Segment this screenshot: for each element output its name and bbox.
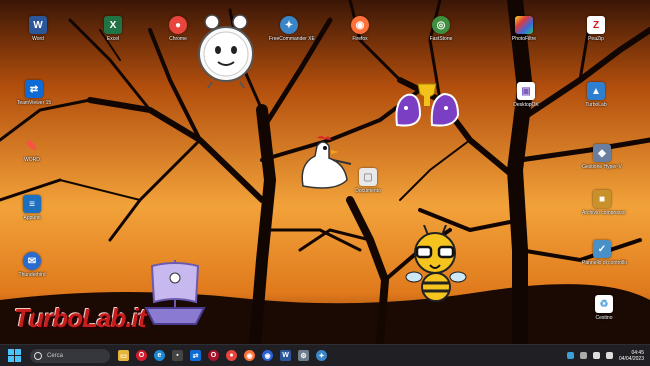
turbolab-tile-icon: ▲ <box>587 82 605 100</box>
hyperv-tile-icon: ◆ <box>593 144 611 162</box>
teamviewer-label: TeamViewer 15 <box>16 100 52 106</box>
recycle-bin-tile-icon: ♻ <box>595 295 613 313</box>
teamviewer-tile-icon: ⇄ <box>25 80 43 98</box>
tray-volume-icon[interactable] <box>605 352 613 359</box>
faststone-label: FastStone <box>429 36 453 42</box>
edge-icon[interactable]: e <box>154 350 165 361</box>
search-icon <box>34 351 42 360</box>
chrome-tile-icon: ● <box>169 16 187 34</box>
system-tray: 04:45 04/04/2023 <box>566 345 644 366</box>
teamviewer-task-icon[interactable]: ⇄ <box>190 350 201 361</box>
archive-tile-icon: ■ <box>593 190 611 208</box>
firefox-label: Firefox <box>352 36 368 42</box>
opera-gx-icon[interactable]: O <box>208 350 219 361</box>
terminal-icon[interactable]: ▪ <box>172 350 183 361</box>
faststone-icon[interactable]: ◎ FastStone <box>421 16 461 42</box>
notes-icon[interactable]: ≡ Appunti <box>12 195 52 221</box>
7zip-tile-icon: Z <box>587 16 605 34</box>
file-explorer-icon[interactable]: ▭ <box>118 350 129 361</box>
freecommander-label: FreeCommander XE <box>269 36 315 42</box>
desktopok-icon[interactable]: ▣ DesktopOK <box>506 82 546 108</box>
firefox-task-icon[interactable]: ◉ <box>244 350 255 361</box>
firefox-icon[interactable]: ◉ Firefox <box>340 16 380 42</box>
taskbar: Cerca ▭ O e ▪ ⇄ O ● ◉ ◉ W ⚙ ✦ 04:45 04/0… <box>0 344 650 366</box>
clock-date: 04/04/2023 <box>618 355 644 362</box>
excel-tile-icon: X <box>104 16 122 34</box>
search-placeholder: Cerca <box>47 352 64 359</box>
archive-icon[interactable]: ■ Archivio compresso <box>582 190 626 216</box>
photofiltre-label: PhotoFiltre <box>511 36 537 42</box>
thunderbird-tile-icon: ✉ <box>23 252 41 270</box>
freecommander-task-icon[interactable]: ✦ <box>316 350 327 361</box>
7zip-icon[interactable]: Z PeaZip <box>576 16 616 42</box>
faststone-tile-icon: ◎ <box>432 16 450 34</box>
documents-tile-icon: ▢ <box>359 168 377 186</box>
pirate-ship-sticker <box>144 260 206 325</box>
word-task-icon[interactable]: W <box>280 350 291 361</box>
excel-label: Excel <box>106 36 120 42</box>
notes-label: Appunti <box>23 215 41 221</box>
alarm-clock-sticker <box>198 14 254 89</box>
firefox-tile-icon: ◉ <box>351 16 369 34</box>
turbolab-icon[interactable]: ▲ TurboLab <box>576 82 616 108</box>
control-label: Pannello di controllo <box>582 260 628 266</box>
bee-sticker <box>405 225 467 302</box>
teamviewer-icon[interactable]: ⇄ TeamViewer 15 <box>14 80 54 106</box>
tray-display-icon[interactable] <box>592 352 600 359</box>
wordpad-icon[interactable]: ✎ WORD <box>12 137 52 164</box>
word-icon[interactable]: W Word <box>18 16 58 42</box>
hyperv-label: Gestione Hyper-V <box>582 164 622 170</box>
firefox-dev-icon[interactable]: ◉ <box>262 350 273 361</box>
word-tile-icon: W <box>29 16 47 34</box>
tray-network-icon[interactable] <box>566 352 574 359</box>
7zip-label: PeaZip <box>588 36 604 42</box>
desktopok-tile-icon: ▣ <box>517 82 535 100</box>
desktopok-label: DesktopOK <box>513 102 539 108</box>
taskbar-apps: ▭ O e ▪ ⇄ O ● ◉ ◉ W ⚙ ✦ <box>118 350 327 361</box>
wordpad-tile-icon: ✎ <box>26 137 38 154</box>
taskbar-search[interactable]: Cerca <box>30 348 110 363</box>
photofiltre-icon[interactable]: PhotoFiltre <box>504 16 544 42</box>
control-icon[interactable]: ✓ Pannello di controllo <box>582 240 628 266</box>
trophy-characters-sticker <box>395 83 460 127</box>
opera-icon[interactable]: O <box>136 350 147 361</box>
hyperv-icon[interactable]: ◆ Gestione Hyper-V <box>582 144 622 170</box>
chrome-icon[interactable]: ● Chrome <box>158 16 198 42</box>
thunderbird-label: Thunderbird <box>18 272 46 278</box>
freecommander-icon[interactable]: ✦ FreeCommander XE <box>269 16 315 42</box>
settings-task-icon[interactable]: ⚙ <box>298 350 309 361</box>
taskbar-clock[interactable]: 04:45 04/04/2023 <box>619 350 644 362</box>
start-logo-tile <box>8 356 14 362</box>
recycle-bin-label: Cestino <box>595 315 613 321</box>
tray-shield-icon[interactable] <box>579 352 587 359</box>
control-tile-icon: ✓ <box>593 240 611 258</box>
archive-label: Archivio compresso <box>582 210 626 216</box>
start-logo-tile <box>15 348 21 355</box>
chrome-task-icon[interactable]: ● <box>226 350 237 361</box>
start-button[interactable] <box>8 348 22 363</box>
thunderbird-icon[interactable]: ✉ Thunderbird <box>12 252 52 278</box>
chicken-sticker <box>301 136 352 189</box>
start-logo-tile <box>15 356 21 362</box>
notes-tile-icon: ≡ <box>23 195 41 213</box>
photofiltre-tile-icon <box>515 16 533 34</box>
wordpad-label: WORD <box>24 157 40 163</box>
excel-icon[interactable]: X Excel <box>93 16 133 42</box>
freecommander-tile-icon: ✦ <box>280 16 298 34</box>
turbolab-watermark: TurboLab.it <box>14 303 147 333</box>
word-label: Word <box>32 36 44 42</box>
recycle-bin-icon[interactable]: ♻ Cestino <box>584 295 624 321</box>
start-logo-tile <box>8 348 14 355</box>
chrome-label: Chrome <box>169 36 187 42</box>
turbolab-label: TurboLab <box>585 102 607 108</box>
